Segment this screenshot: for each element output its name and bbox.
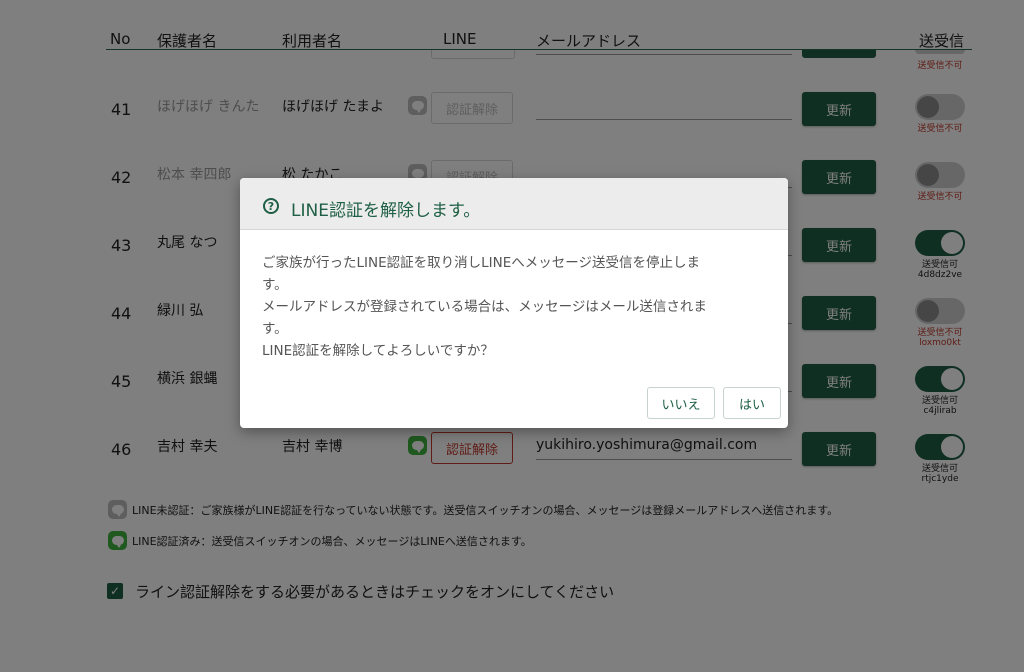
confirm-button[interactable]: はい	[723, 387, 781, 419]
dialog-message-line: す。	[262, 321, 288, 337]
dialog-title: LINE認証を解除します。	[291, 201, 481, 221]
dialog-message-line: メールアドレスが登録されている場合は、メッセージはメール送信されま	[262, 299, 707, 315]
question-circle-icon: ?	[263, 198, 279, 214]
dialog-message-line: す。	[262, 277, 288, 293]
dialog-header: ? LINE認証を解除します。	[240, 178, 788, 230]
confirm-dialog: ? LINE認証を解除します。 ご家族が行ったLINE認証を取り消しLINEへメ…	[240, 178, 788, 428]
dialog-message-line: ご家族が行ったLINE認証を取り消しLINEへメッセージ送受信を停止しま	[262, 255, 700, 271]
dialog-message: ご家族が行ったLINE認証を取り消しLINEへメッセージ送受信を停止しま す。 …	[262, 252, 762, 362]
cancel-button[interactable]: いいえ	[647, 387, 715, 419]
dialog-message-line: LINE認証を解除してよろしいですか？	[262, 343, 494, 359]
